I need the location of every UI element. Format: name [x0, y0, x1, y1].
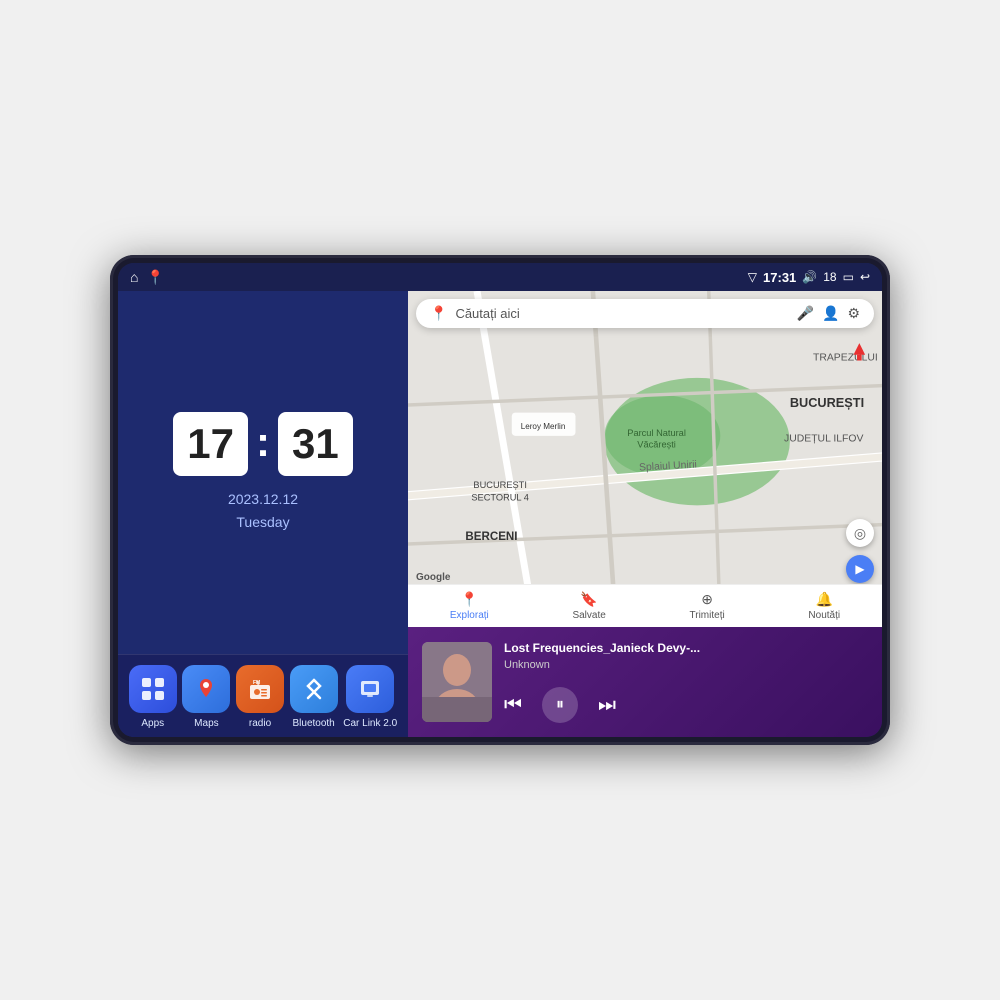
- map-search-bar[interactable]: 📍 Căutați aici 🎤 👤 ⚙: [416, 299, 874, 328]
- svg-text:SECTORUL 4: SECTORUL 4: [471, 493, 529, 503]
- svg-text:TRAPEZULUI: TRAPEZULUI: [813, 353, 878, 364]
- signal-icon: ▽: [748, 270, 757, 284]
- clock-widget: 17 : 31 2023.12.12 Tuesday: [118, 291, 408, 654]
- map-widget[interactable]: Splaiul Unirii Parcul Natural Văcărești …: [408, 291, 882, 627]
- music-title: Lost Frequencies_Janieck Devy-...: [504, 641, 868, 655]
- clock-date-value: 2023.12.12: [228, 488, 298, 510]
- map-bottom-nav: 📍 Explorați 🔖 Salvate ⊕ Trimiteți: [408, 584, 882, 627]
- share-label: Trimiteți: [690, 610, 725, 621]
- explore-label: Explorați: [450, 610, 489, 621]
- app-item-bluetooth[interactable]: Bluetooth: [290, 665, 338, 729]
- svg-text:Leroy Merlin: Leroy Merlin: [521, 422, 566, 431]
- status-right-info: ▽ 17:31 🔊 18 ▭ ↩: [748, 270, 870, 285]
- saved-icon: 🔖: [580, 591, 597, 608]
- radio-label: radio: [249, 718, 271, 729]
- maps-status-icon[interactable]: 📍: [146, 269, 163, 286]
- share-icon: ⊕: [701, 591, 713, 608]
- apps-row: Apps Maps: [118, 654, 408, 737]
- radio-icon: FM: [236, 665, 284, 713]
- home-icon[interactable]: ⌂: [130, 269, 138, 285]
- status-bar: ⌂ 📍 ▽ 17:31 🔊 18 ▭ ↩: [118, 263, 882, 291]
- app-item-maps[interactable]: Maps: [182, 665, 230, 729]
- bluetooth-label: Bluetooth: [292, 718, 334, 729]
- clock-colon: :: [256, 418, 270, 466]
- back-icon[interactable]: ↩: [860, 270, 870, 284]
- map-nav-explore[interactable]: 📍 Explorați: [450, 591, 489, 621]
- carlink-icon: [346, 665, 394, 713]
- volume-icon: 🔊: [802, 270, 817, 284]
- map-container: Splaiul Unirii Parcul Natural Văcărești …: [408, 291, 882, 627]
- clock-day-value: Tuesday: [228, 511, 298, 533]
- music-controls: ⏮ ⏸ ⏭: [504, 687, 868, 723]
- prev-button[interactable]: ⏮: [504, 694, 522, 717]
- explore-icon: 📍: [461, 591, 478, 608]
- status-left-icons: ⌂ 📍: [130, 269, 164, 286]
- bluetooth-icon: [290, 665, 338, 713]
- status-time: 17:31: [763, 270, 796, 285]
- battery-level: 18: [823, 270, 836, 284]
- microphone-icon[interactable]: 🎤: [797, 305, 814, 322]
- map-navigate-btn[interactable]: ▶: [846, 555, 874, 583]
- music-widget: Lost Frequencies_Janieck Devy-... Unknow…: [408, 627, 882, 737]
- svg-text:BERCENI: BERCENI: [465, 531, 517, 543]
- maps-pin-icon: 📍: [430, 305, 447, 322]
- album-art: [422, 642, 492, 722]
- clock-date: 2023.12.12 Tuesday: [228, 488, 298, 533]
- saved-label: Salvate: [572, 610, 605, 621]
- map-svg: Splaiul Unirii Parcul Natural Văcărești …: [408, 291, 882, 627]
- map-search-actions: 🎤 👤 ⚙: [797, 305, 860, 322]
- next-button[interactable]: ⏭: [598, 694, 616, 717]
- svg-text:Parcul Natural: Parcul Natural: [627, 428, 686, 438]
- car-display-device: ⌂ 📍 ▽ 17:31 🔊 18 ▭ ↩ 17 :: [110, 255, 890, 745]
- svg-text:BUCUREȘTI: BUCUREȘTI: [790, 395, 864, 410]
- clock-hour: 17: [173, 412, 248, 476]
- clock-digits: 17 : 31: [173, 412, 352, 476]
- news-icon: 🔔: [816, 591, 833, 608]
- news-label: Noutăți: [808, 610, 840, 621]
- svg-text:JUDEȚUL ILFOV: JUDEȚUL ILFOV: [784, 434, 863, 445]
- google-logo: Google: [416, 572, 450, 583]
- maps-icon: [182, 665, 230, 713]
- map-compass[interactable]: ◎: [846, 519, 874, 547]
- svg-text:FM: FM: [253, 680, 260, 686]
- svg-text:Văcărești: Văcărești: [637, 439, 676, 449]
- map-nav-share[interactable]: ⊕ Trimiteți: [690, 591, 725, 621]
- music-info: Lost Frequencies_Janieck Devy-... Unknow…: [504, 641, 868, 723]
- play-pause-button[interactable]: ⏸: [542, 687, 578, 723]
- apps-icon: [129, 665, 177, 713]
- map-search-placeholder: Căutați aici: [455, 306, 788, 321]
- carlink-label: Car Link 2.0: [343, 718, 397, 729]
- account-icon[interactable]: 👤: [822, 305, 839, 322]
- main-content: 17 : 31 2023.12.12 Tuesday: [118, 291, 882, 737]
- clock-minute: 31: [278, 412, 353, 476]
- maps-label: Maps: [194, 718, 218, 729]
- car-screen: ⌂ 📍 ▽ 17:31 🔊 18 ▭ ↩ 17 :: [118, 263, 882, 737]
- battery-icon: ▭: [843, 270, 854, 284]
- map-nav-saved[interactable]: 🔖 Salvate: [572, 591, 605, 621]
- svg-text:BUCUREȘTI: BUCUREȘTI: [473, 480, 526, 490]
- app-item-apps[interactable]: Apps: [129, 665, 177, 729]
- map-nav-news[interactable]: 🔔 Noutăți: [808, 591, 840, 621]
- left-panel: 17 : 31 2023.12.12 Tuesday: [118, 291, 408, 737]
- apps-label: Apps: [141, 718, 164, 729]
- right-panel: Splaiul Unirii Parcul Natural Văcărești …: [408, 291, 882, 737]
- settings-icon[interactable]: ⚙: [847, 305, 860, 322]
- app-item-radio[interactable]: FM radio: [236, 665, 284, 729]
- music-artist: Unknown: [504, 659, 868, 671]
- app-item-carlink[interactable]: Car Link 2.0: [343, 665, 397, 729]
